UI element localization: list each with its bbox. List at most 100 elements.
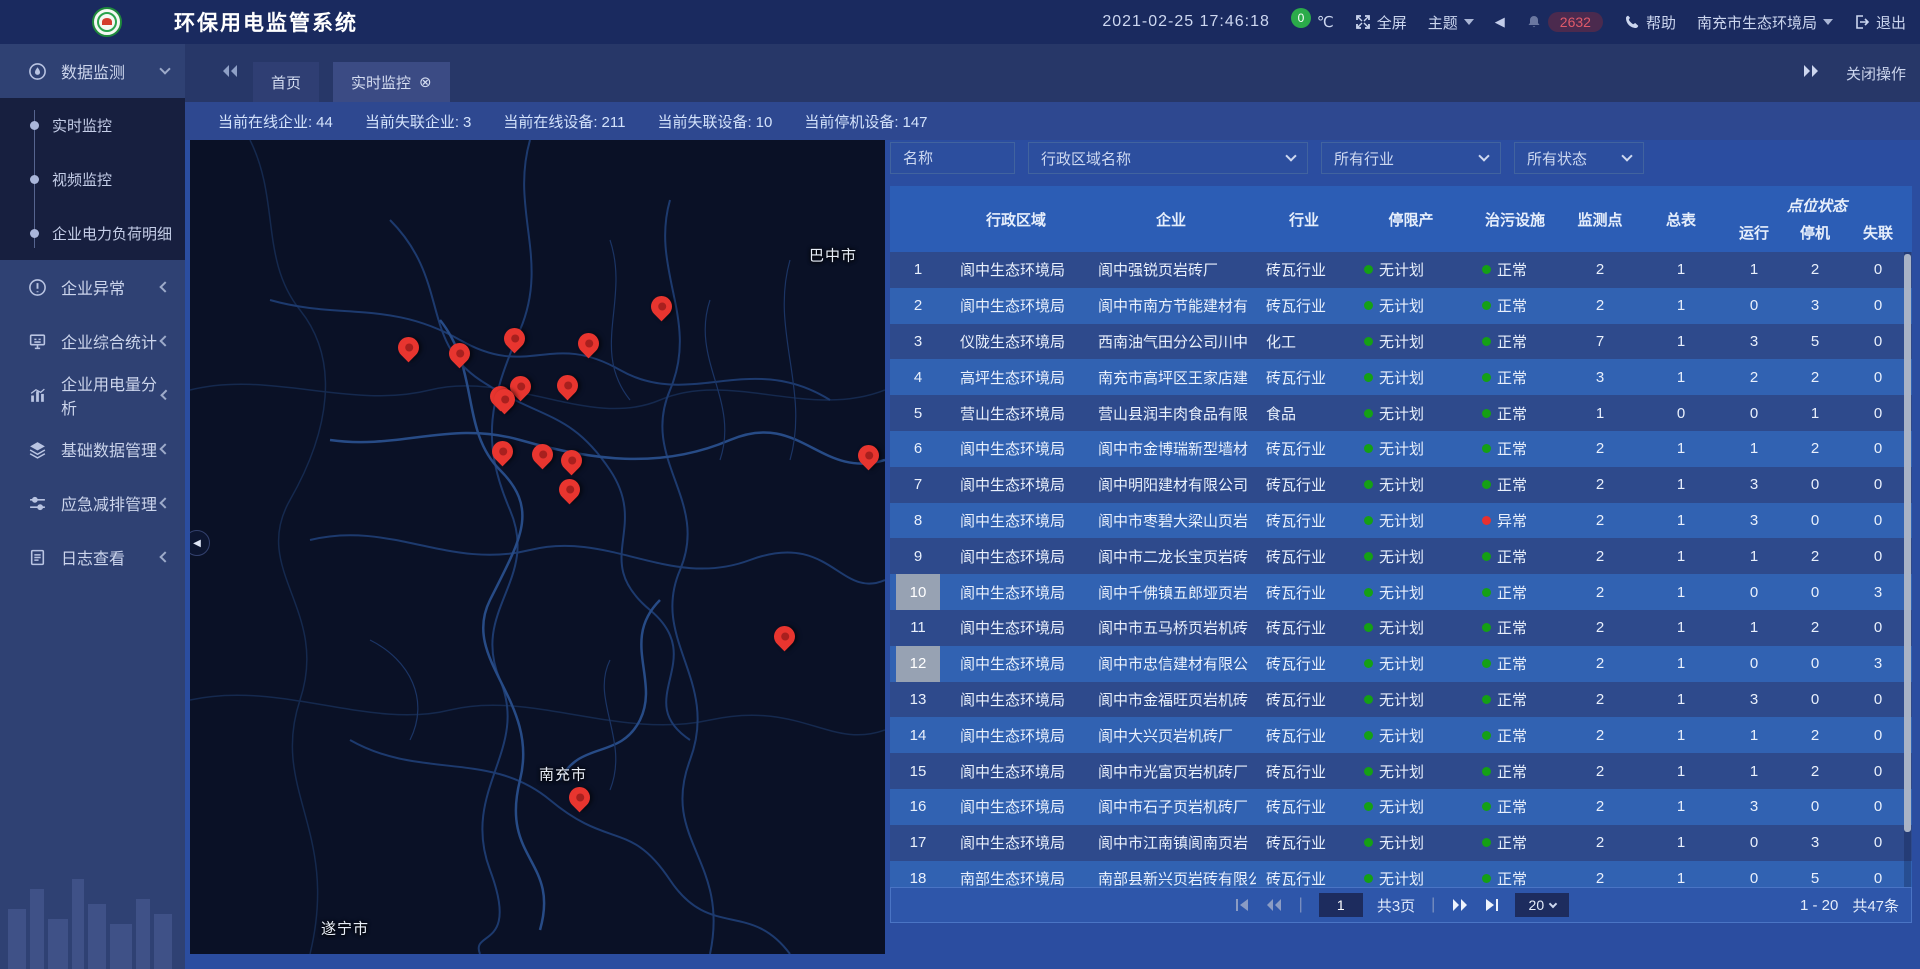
table-row[interactable]: 14 阆中生态环境局 阆中大兴页岩机砖厂 砖瓦行业 无计划 正常 2 1 1 2… xyxy=(890,717,1912,753)
status-dot xyxy=(1482,874,1491,883)
page-size-select[interactable]: 20 xyxy=(1515,893,1569,917)
row-index[interactable]: 6 xyxy=(896,431,940,467)
table-row[interactable]: 2 阆中生态环境局 阆中市南方节能建材有 砖瓦行业 无计划 正常 2 1 0 3… xyxy=(890,288,1912,324)
scrollbar-thumb[interactable] xyxy=(1904,254,1911,832)
table-row[interactable]: 6 阆中生态环境局 阆中市金博瑞新型墙材 砖瓦行业 无计划 正常 2 1 1 2… xyxy=(890,431,1912,467)
sidebar-item-enterprise-anomaly[interactable]: 企业异常 xyxy=(0,260,185,314)
close-tab-icon[interactable]: ⊗ xyxy=(419,75,432,90)
theme-menu[interactable]: 主题 xyxy=(1428,12,1474,33)
cell-halt: 3 xyxy=(1786,297,1844,314)
current-page-input[interactable]: 1 xyxy=(1319,893,1363,917)
table-row[interactable]: 10 阆中生态环境局 阆中千佛镇五郎垭页岩 砖瓦行业 无计划 正常 2 1 0 … xyxy=(890,574,1912,610)
row-index[interactable]: 7 xyxy=(896,467,940,503)
table-row[interactable]: 15 阆中生态环境局 阆中市光富页岩机砖厂 砖瓦行业 无计划 正常 2 1 1 … xyxy=(890,753,1912,789)
region-filter-select[interactable]: 行政区域名称 xyxy=(1028,142,1308,174)
sidebar-item-base-data[interactable]: 基础数据管理 xyxy=(0,422,185,476)
table-row[interactable]: 17 阆中生态环境局 阆中市江南镇阆南页岩 砖瓦行业 无计划 正常 2 1 0 … xyxy=(890,825,1912,861)
status-dot xyxy=(1482,373,1491,382)
table-scrollbar[interactable] xyxy=(1904,252,1911,887)
cell-points: 2 xyxy=(1560,548,1640,565)
next-page-button[interactable] xyxy=(1451,898,1469,912)
status-dot xyxy=(1482,516,1491,525)
cell-run: 0 xyxy=(1722,297,1786,314)
table-row[interactable]: 9 阆中生态环境局 阆中市二龙长宝页岩砖 砖瓦行业 无计划 正常 2 1 1 2… xyxy=(890,538,1912,574)
help-button[interactable]: 帮助 xyxy=(1624,12,1676,33)
map-panel[interactable]: ◀ 巴中市南充市遂宁市 xyxy=(190,140,885,954)
sidebar-item-realtime-monitoring[interactable]: 实时监控 xyxy=(0,98,185,152)
table-row[interactable]: 8 阆中生态环境局 阆中市枣碧大梁山页岩 砖瓦行业 无计划 异常 2 1 3 0… xyxy=(890,503,1912,539)
name-filter-input[interactable] xyxy=(903,150,1002,167)
col-facility: 治污设施 xyxy=(1470,186,1560,252)
row-index[interactable]: 8 xyxy=(896,503,940,539)
table-row[interactable]: 4 高坪生态环境局 南充市高坪区王家店建 砖瓦行业 无计划 正常 3 1 2 2… xyxy=(890,359,1912,395)
row-index[interactable]: 12 xyxy=(896,646,940,682)
sidebar-item-power-analysis[interactable]: 企业用电量分析 xyxy=(0,368,185,422)
table-row[interactable]: 12 阆中生态环境局 阆中市忠信建材有限公 砖瓦行业 无计划 正常 2 1 0 … xyxy=(890,646,1912,682)
sidebar-item-power-load-detail[interactable]: 企业电力负荷明细 xyxy=(0,206,185,260)
table-row[interactable]: 3 仪陇生态环境局 西南油气田分公司川中 化工 无计划 正常 7 1 3 5 0 xyxy=(890,324,1912,360)
cell-halt: 2 xyxy=(1786,619,1844,636)
status-dot xyxy=(1482,480,1491,489)
table-row[interactable]: 16 阆中生态环境局 阆中市石子页岩机砖厂 砖瓦行业 无计划 正常 2 1 3 … xyxy=(890,789,1912,825)
close-operations-button[interactable]: 关闭操作 xyxy=(1846,63,1906,84)
prev-page-button[interactable] xyxy=(1265,898,1283,912)
table-row[interactable]: 13 阆中生态环境局 阆中市金福旺页岩机砖 砖瓦行业 无计划 正常 2 1 3 … xyxy=(890,682,1912,718)
cell-halt: 3 xyxy=(1786,834,1844,851)
cell-facility-status: 正常 xyxy=(1470,582,1560,603)
tabs-scroll-right-button[interactable] xyxy=(1802,64,1820,82)
sidebar-item-log-view[interactable]: 日志查看 xyxy=(0,530,185,584)
table-row[interactable]: 7 阆中生态环境局 阆中明阳建材有限公司 砖瓦行业 无计划 正常 2 1 3 0… xyxy=(890,467,1912,503)
row-index[interactable]: 14 xyxy=(896,717,940,753)
row-index[interactable]: 17 xyxy=(896,825,940,861)
cell-stop-status: 无计划 xyxy=(1352,474,1470,495)
table-row[interactable]: 18 南部生态环境局 南部县新兴页岩砖有限公 砖瓦行业 无计划 正常 2 1 0… xyxy=(890,861,1912,887)
cell-stop-status: 无计划 xyxy=(1352,295,1470,316)
status-dot xyxy=(1482,337,1491,346)
cell-points: 2 xyxy=(1560,834,1640,851)
industry-filter-select[interactable]: 所有行业 xyxy=(1321,142,1501,174)
tab-home[interactable]: 首页 xyxy=(253,62,319,102)
table-row[interactable]: 5 营山生态环境局 营山县润丰肉食品有限 食品 无计划 正常 1 0 0 1 0 xyxy=(890,395,1912,431)
mute-speaker-icon[interactable]: ◀ xyxy=(1495,14,1505,30)
table-row[interactable]: 1 阆中生态环境局 阆中强锐页岩砖厂 砖瓦行业 无计划 正常 2 1 1 2 0 xyxy=(890,252,1912,288)
row-index[interactable]: 10 xyxy=(896,574,940,610)
row-index[interactable]: 16 xyxy=(896,789,940,825)
sidebar-item-emergency-reduction[interactable]: 应急减排管理 xyxy=(0,476,185,530)
cell-industry: 砖瓦行业 xyxy=(1256,761,1352,782)
status-dot xyxy=(1364,874,1373,883)
row-index[interactable]: 4 xyxy=(896,359,940,395)
row-index[interactable]: 3 xyxy=(896,324,940,360)
sidebar-item-video-monitoring[interactable]: 视频监控 xyxy=(0,152,185,206)
row-index[interactable]: 1 xyxy=(896,252,940,288)
cell-facility-status: 异常 xyxy=(1470,510,1560,531)
org-menu[interactable]: 南充市生态环境局 xyxy=(1697,12,1833,33)
name-filter-field[interactable] xyxy=(890,142,1015,174)
notifications[interactable]: 2632 xyxy=(1526,12,1603,32)
row-index[interactable]: 13 xyxy=(896,682,940,718)
cell-halt: 2 xyxy=(1786,369,1844,386)
table-row[interactable]: 11 阆中生态环境局 阆中市五马桥页岩机砖 砖瓦行业 无计划 正常 2 1 1 … xyxy=(890,610,1912,646)
last-page-button[interactable] xyxy=(1483,898,1501,912)
row-index[interactable]: 18 xyxy=(896,861,940,887)
cell-halt: 2 xyxy=(1786,763,1844,780)
sidebar-item-enterprise-statistics[interactable]: 企业综合统计 xyxy=(0,314,185,368)
row-index[interactable]: 5 xyxy=(896,395,940,431)
row-index[interactable]: 11 xyxy=(896,610,940,646)
cell-points: 2 xyxy=(1560,763,1640,780)
tab-realtime-monitoring[interactable]: 实时监控 ⊗ xyxy=(333,62,450,102)
row-index[interactable]: 2 xyxy=(896,288,940,324)
status-dot xyxy=(1364,695,1373,704)
logout-button[interactable]: 退出 xyxy=(1854,12,1906,33)
first-page-button[interactable] xyxy=(1233,898,1251,912)
cell-total: 1 xyxy=(1640,834,1722,851)
tabs-scroll-left-button[interactable] xyxy=(221,64,239,83)
document-icon xyxy=(28,548,47,567)
row-index[interactable]: 15 xyxy=(896,753,940,789)
cell-industry: 食品 xyxy=(1256,403,1352,424)
chevron-left-icon xyxy=(159,335,170,346)
row-index[interactable]: 9 xyxy=(896,538,940,574)
status-filter-select[interactable]: 所有状态 xyxy=(1514,142,1644,174)
sidebar-item-data-monitoring[interactable]: 数据监测 xyxy=(0,44,185,98)
fullscreen-button[interactable]: 全屏 xyxy=(1355,12,1407,33)
chevron-left-icon xyxy=(159,497,170,508)
